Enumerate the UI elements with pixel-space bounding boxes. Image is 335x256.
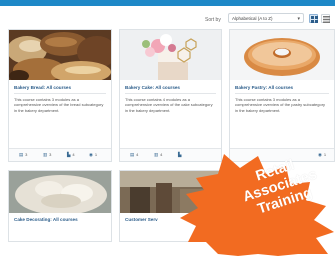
card-stats: ▤ 3 ▥ 3 ▙ 4 ◉ 1 <box>9 148 111 161</box>
card-title[interactable]: Cake Decorating: All courses <box>14 217 78 222</box>
sort-value: Alphabetical (A to Z) <box>232 16 273 21</box>
stat-lessons: ▙ 4 <box>67 152 75 157</box>
toolbar: Sort by Alphabetical (A to Z) ▾ <box>0 6 335 28</box>
stat-modules: ▥ 3 <box>43 152 52 157</box>
course-card-bread[interactable]: Bakery Bread: All courses This course co… <box>8 29 112 162</box>
card-title[interactable]: Bakery Bread: All courses <box>14 85 71 90</box>
chevron-down-icon: ▾ <box>297 16 300 22</box>
divider <box>235 93 329 94</box>
stat-courses: ▤ 4 <box>130 152 139 157</box>
stat-views: ◉ 1 <box>89 152 98 157</box>
donut-image <box>230 30 334 80</box>
courses-icon: ▤ <box>130 152 135 157</box>
bread-image <box>9 30 111 80</box>
course-card-cake-decorating[interactable]: Cake Decorating: All courses <box>8 170 112 242</box>
divider <box>14 93 106 94</box>
card-title[interactable]: Bakery Pastry: All courses <box>235 85 293 90</box>
card-title[interactable]: Bakery Cake: All courses <box>125 85 180 90</box>
sort-label: Sort by <box>205 17 221 23</box>
card-description: This course contains 4 modules as a comp… <box>125 97 213 113</box>
courses-icon: ▤ <box>19 152 24 157</box>
card-title[interactable]: Customer Serv <box>125 217 158 222</box>
stat-courses: ▤ 3 <box>19 152 28 157</box>
lessons-icon: ▙ <box>67 152 71 157</box>
sort-select[interactable]: Alphabetical (A to Z) ▾ <box>228 13 304 23</box>
card-description: This course contains 3 modules as a comp… <box>235 97 326 113</box>
list-icon <box>323 16 330 23</box>
grid-view-button[interactable] <box>309 14 318 23</box>
list-view-button[interactable] <box>321 14 330 23</box>
modules-icon: ▥ <box>43 152 48 157</box>
grid-icon <box>311 16 318 23</box>
card-description: This course contains 3 modules as a comp… <box>14 97 104 113</box>
decorated-cake-image <box>9 171 111 213</box>
cake-image <box>120 30 221 80</box>
divider <box>125 93 216 94</box>
eye-icon: ◉ <box>89 152 93 157</box>
